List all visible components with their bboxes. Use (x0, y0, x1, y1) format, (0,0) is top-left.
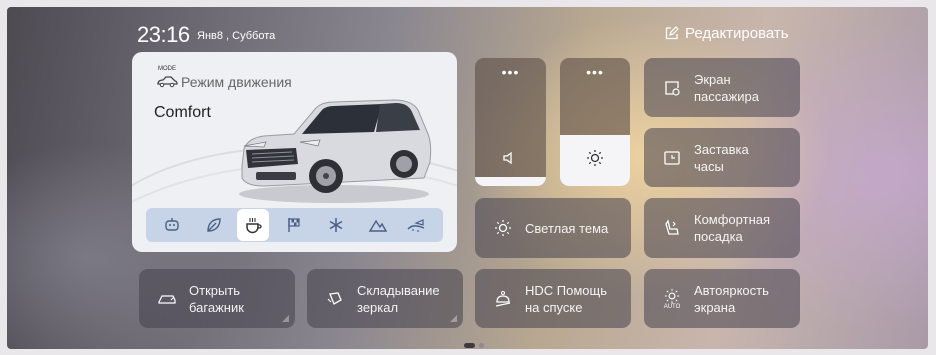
light-theme-label: Светлая тема (525, 220, 609, 236)
edit-button[interactable]: Редактировать (664, 25, 789, 42)
screensaver-tile[interactable]: Заставка часы (644, 128, 800, 187)
snowflake-icon (329, 218, 343, 232)
seat-icon (665, 219, 679, 235)
mode-sand[interactable] (402, 211, 430, 239)
mode-comfort[interactable] (237, 209, 269, 241)
volume-fill (475, 177, 546, 186)
page-indicator-active[interactable] (464, 343, 475, 348)
mode-sport[interactable] (280, 211, 308, 239)
mode-robot[interactable] (158, 211, 186, 239)
open-trunk-label: Открыть багажник (189, 282, 244, 315)
passenger-screen-label: Экран пассажира (694, 71, 759, 104)
corner-expand-icon (282, 315, 289, 322)
comfort-cup-icon (246, 218, 262, 234)
volume-slider[interactable]: ••• (475, 58, 546, 186)
drive-mode-title: Режим движения (181, 74, 292, 90)
leaf-icon (207, 218, 221, 232)
light-theme-icon (495, 220, 511, 236)
robot-icon (165, 218, 179, 231)
auto-brightness-tile[interactable]: AUTO Автояркость экрана (644, 269, 800, 328)
fold-mirrors-tile[interactable]: Складывание зеркал (307, 269, 463, 328)
clock-screensaver-icon (664, 150, 680, 165)
drive-mode-card[interactable]: MODE Режим движения Comfort (132, 52, 457, 252)
light-theme-tile[interactable]: Светлая тема (475, 198, 631, 258)
sand-icon (407, 219, 425, 232)
date: Янв8 , Суббота (197, 30, 276, 42)
clock: 23:16 (137, 22, 190, 47)
more-dots[interactable]: ••• (560, 64, 630, 80)
auto-brightness-icon (664, 288, 680, 303)
trunk-icon (158, 294, 176, 304)
edit-label: Редактировать (685, 25, 789, 42)
speaker-icon (503, 151, 512, 165)
sun-icon (587, 150, 603, 166)
auto-badge: AUTO (663, 303, 681, 310)
edit-icon (665, 26, 679, 40)
screensaver-label: Заставка часы (694, 141, 749, 174)
mirror-icon (327, 291, 342, 305)
car-outline-icon (157, 76, 178, 88)
passenger-screen-icon (665, 80, 680, 96)
more-dots[interactable]: ••• (475, 64, 546, 80)
auto-brightness-label: Автояркость экрана (694, 282, 769, 315)
passenger-screen-tile[interactable]: Экран пассажира (644, 58, 800, 117)
car-image (239, 99, 432, 203)
hdc-label: HDC Помощь на спуске (525, 282, 607, 315)
open-trunk-tile[interactable]: Открыть багажник (139, 269, 295, 328)
mode-snow[interactable] (322, 211, 350, 239)
mode-badge: MODE (158, 66, 176, 72)
comfort-seat-label: Комфортная посадка (694, 212, 771, 244)
corner-expand-icon (450, 315, 457, 322)
page-indicator-dot[interactable] (479, 343, 484, 348)
hill-descent-icon (495, 290, 511, 307)
mountain-icon (369, 219, 387, 232)
fold-mirrors-label: Складывание зеркал (357, 282, 440, 315)
brightness-slider[interactable]: ••• (560, 58, 630, 186)
flag-icon (288, 218, 300, 232)
hdc-tile[interactable]: HDC Помощь на спуске (475, 269, 631, 328)
mode-eco[interactable] (200, 211, 228, 239)
mode-offroad[interactable] (364, 211, 392, 239)
comfort-seat-tile[interactable]: Комфортная посадка (644, 198, 800, 258)
